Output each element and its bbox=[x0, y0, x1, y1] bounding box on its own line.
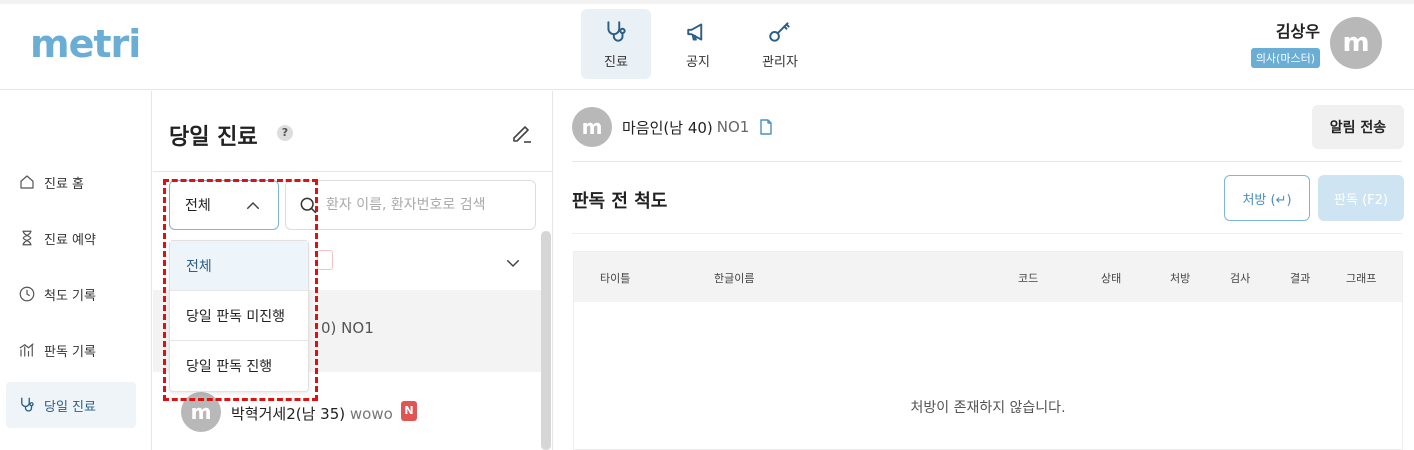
nav-admin-label: 관리자 bbox=[762, 54, 798, 70]
document-icon[interactable] bbox=[759, 119, 773, 135]
top-nav: 진료 공지 관리자 bbox=[581, 9, 827, 79]
sidebar-item-label: 척도 기록 bbox=[44, 288, 96, 304]
divider bbox=[572, 233, 1402, 234]
user-role-badge: 의사(마스터) bbox=[1250, 48, 1320, 68]
divider bbox=[153, 171, 552, 172]
sidebar-item-reservation[interactable]: 진료 예약 bbox=[6, 215, 136, 261]
sidebar-item-scale-record[interactable]: 척도 기록 bbox=[6, 271, 136, 317]
hourglass-icon bbox=[22, 230, 32, 246]
column-header: 타이틀 bbox=[600, 272, 631, 285]
patient-code: wowo bbox=[349, 405, 393, 423]
stethoscope-icon bbox=[21, 397, 34, 412]
avatar[interactable]: m bbox=[1330, 17, 1382, 69]
patient-name-text: 박혁거세2(남 35) bbox=[231, 405, 346, 423]
filter-dropdown: 전체 당일 판독 미진행 당일 판독 진행 bbox=[169, 240, 309, 392]
read-button[interactable]: 판독 (F2) bbox=[1318, 175, 1404, 221]
sidebar-item-label: 진료 홈 bbox=[44, 176, 85, 192]
page-title: 당일 진료 bbox=[169, 125, 258, 150]
column-header: 그래프 bbox=[1346, 272, 1377, 285]
column-header: 코드 bbox=[1018, 272, 1039, 285]
patient-code-partial: 0) NO1 bbox=[321, 319, 374, 337]
avatar: m bbox=[572, 107, 612, 147]
bar-chart-icon bbox=[19, 343, 34, 357]
filter-option-not-read[interactable]: 당일 판독 미진행 bbox=[170, 291, 308, 341]
chevron-down-icon[interactable] bbox=[504, 254, 522, 272]
avatar: m bbox=[181, 392, 221, 432]
column-header: 상태 bbox=[1101, 272, 1122, 285]
prescribe-button[interactable]: 처방 (↵) bbox=[1224, 175, 1310, 221]
nav-clinic-label: 진료 bbox=[604, 54, 628, 70]
user-info: 김상우 의사(마스터) bbox=[1250, 18, 1320, 68]
table-header: 타이틀 한글이름 코드 상태 처방 검사 결과 그래프 bbox=[574, 252, 1402, 302]
sidebar-item-label: 당일 진료 bbox=[44, 399, 96, 415]
send-notification-button[interactable]: 알림 전송 bbox=[1312, 105, 1404, 149]
filter-option-all[interactable]: 전체 bbox=[170, 241, 308, 291]
filter-select[interactable]: 전체 bbox=[169, 180, 279, 230]
metri-logo[interactable]: metri bbox=[30, 22, 141, 66]
sidebar-item-home[interactable]: 진료 홈 bbox=[6, 159, 136, 205]
patient-header: m 마음인(남 40) NO1 bbox=[572, 107, 773, 147]
empty-message: 처방이 존재하지 않습니다. bbox=[910, 400, 1066, 416]
user-name: 김상우 bbox=[1275, 22, 1320, 41]
clock-icon bbox=[19, 286, 35, 302]
nav-clinic[interactable]: 진료 bbox=[581, 9, 651, 79]
column-header: 한글이름 bbox=[714, 272, 755, 285]
help-icon[interactable]: ? bbox=[277, 125, 293, 141]
patient-name: 마음인(남 40) bbox=[622, 118, 713, 137]
search-input[interactable] bbox=[326, 197, 526, 213]
search-icon bbox=[300, 197, 317, 214]
filter-option-read[interactable]: 당일 판독 진행 bbox=[170, 341, 308, 391]
patient-name: 박혁거세2(남 35) wowo bbox=[231, 403, 393, 424]
sidebar-item-label: 판독 기록 bbox=[44, 344, 96, 360]
nav-notice[interactable]: 공지 bbox=[663, 9, 733, 79]
patient-list-panel: 당일 진료 ? 전체 0) NO1 m 박혁거세2(남 35) wowo N 전… bbox=[153, 91, 553, 450]
scrollbar-thumb[interactable] bbox=[541, 231, 551, 450]
column-header: 처방 bbox=[1170, 272, 1191, 285]
section-title: 판독 전 척도 bbox=[572, 191, 668, 212]
column-header: 결과 bbox=[1290, 272, 1311, 285]
search-box[interactable] bbox=[285, 180, 536, 230]
scale-table: 타이틀 한글이름 코드 상태 처방 검사 결과 그래프 처방이 존재하지 않습니… bbox=[573, 251, 1403, 450]
nav-notice-label: 공지 bbox=[686, 54, 710, 70]
status-badge bbox=[317, 250, 333, 270]
detail-panel: m 마음인(남 40) NO1 알림 전송 판독 전 척도 처방 (↵) 판독 … bbox=[554, 91, 1414, 450]
chevron-up-icon bbox=[247, 201, 259, 209]
sidebar-item-today-clinic[interactable]: 당일 진료 bbox=[6, 382, 136, 428]
filter-selected-value: 전체 bbox=[185, 198, 211, 214]
new-badge: N bbox=[401, 401, 417, 421]
stethoscope-icon bbox=[607, 20, 626, 42]
megaphone-icon bbox=[687, 22, 703, 41]
column-header: 검사 bbox=[1230, 272, 1251, 285]
sidebar-item-label: 진료 예약 bbox=[44, 232, 96, 248]
user-menu[interactable]: 김상우 의사(마스터) m bbox=[1250, 17, 1382, 69]
home-icon bbox=[20, 175, 34, 189]
key-icon bbox=[769, 21, 790, 42]
nav-admin[interactable]: 관리자 bbox=[745, 9, 815, 79]
sidebar: 진료 홈 진료 예약 척도 기록 판독 기록 당일 진료 bbox=[0, 91, 152, 450]
edit-icon[interactable] bbox=[510, 121, 534, 145]
app-header: metri 진료 공지 관리자 김상우 의사(마스터) m bbox=[0, 4, 1414, 90]
patient-code: NO1 bbox=[716, 118, 750, 136]
divider bbox=[572, 161, 1402, 162]
sidebar-item-reading-record[interactable]: 판독 기록 bbox=[6, 327, 136, 373]
